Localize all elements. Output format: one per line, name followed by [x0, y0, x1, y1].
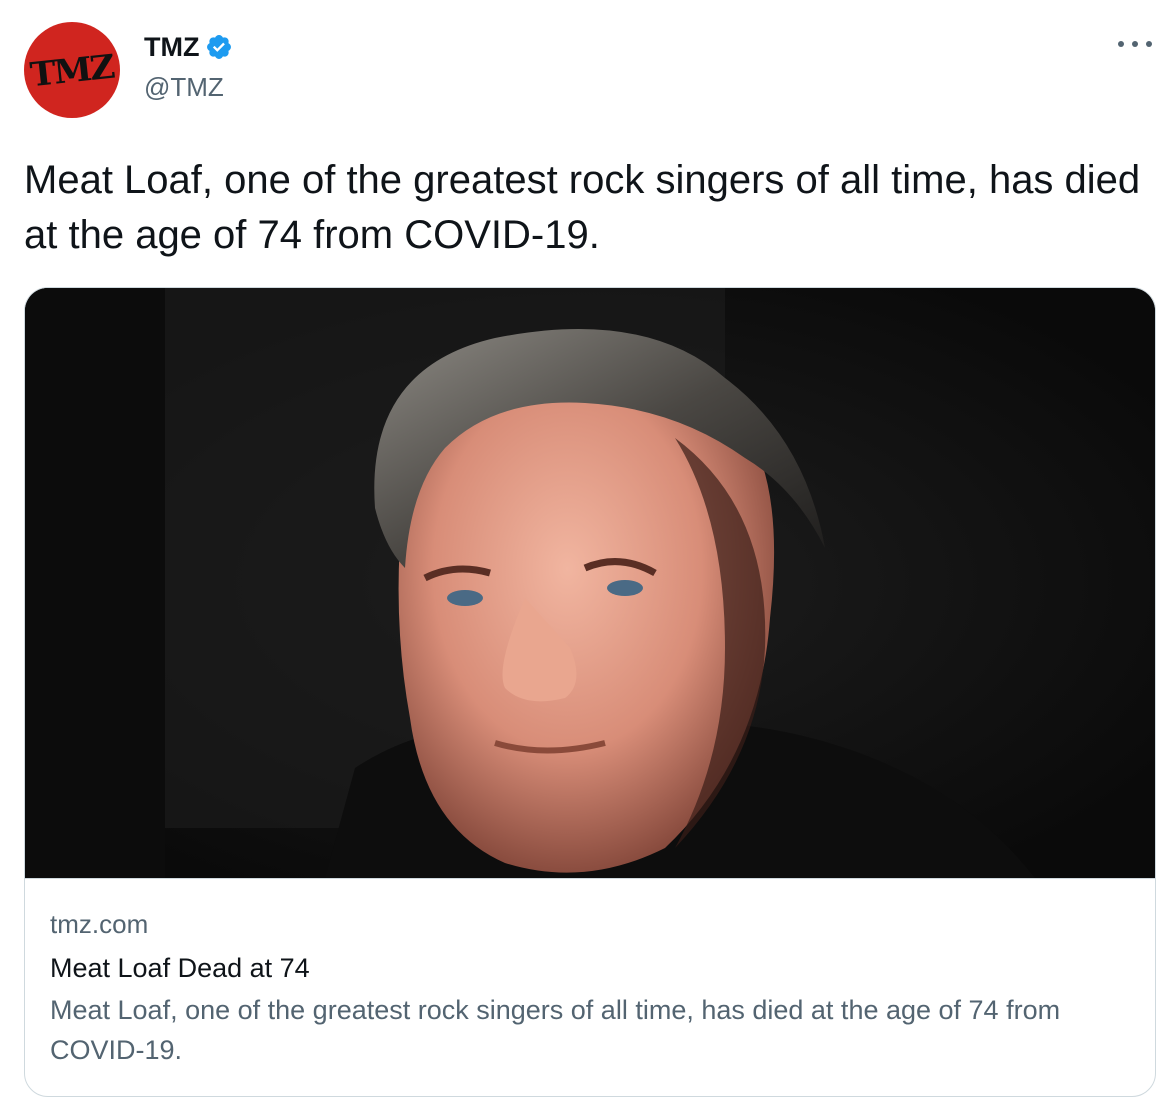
- card-image[interactable]: [25, 288, 1155, 878]
- dot: [1132, 41, 1138, 47]
- name-row: TMZ: [144, 28, 233, 66]
- card-divider: [25, 878, 1155, 879]
- card-body[interactable]: tmz.com Meat Loaf Dead at 74 Meat Loaf, …: [50, 906, 1135, 1070]
- card-domain: tmz.com: [50, 909, 149, 939]
- tweet-text: Meat Loaf, one of the greatest rock sing…: [24, 158, 1141, 257]
- author-handle[interactable]: @TMZ: [144, 72, 233, 103]
- card-title: Meat Loaf Dead at 74: [50, 953, 310, 983]
- verified-badge-icon: [207, 35, 232, 59]
- more-options-icon[interactable]: [1118, 34, 1152, 54]
- link-card[interactable]: tmz.com Meat Loaf Dead at 74 Meat Loaf, …: [24, 287, 1156, 1097]
- author-info[interactable]: TMZ @TMZ: [144, 28, 233, 103]
- dot: [1118, 41, 1124, 47]
- card-description: Meat Loaf, one of the greatest rock sing…: [50, 995, 1061, 1065]
- dot: [1146, 41, 1152, 47]
- avatar[interactable]: TMZ: [24, 22, 120, 118]
- tweet[interactable]: TMZ TMZ @TMZ Meat Loaf, one of the great…: [0, 0, 1174, 1118]
- portrait-photo: [25, 288, 1155, 878]
- tmz-logo: TMZ: [28, 46, 116, 94]
- author-name[interactable]: TMZ: [144, 32, 199, 63]
